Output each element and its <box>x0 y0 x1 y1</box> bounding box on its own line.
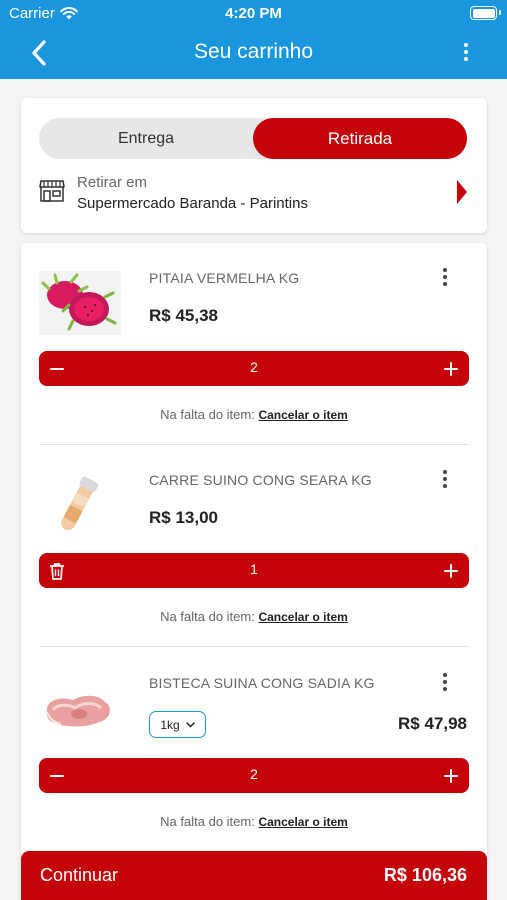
item-price: R$ 47,98 <box>398 714 467 733</box>
continue-button[interactable]: Continuar R$ 106,36 <box>21 851 487 900</box>
unit-select[interactable]: 1kg <box>149 711 206 738</box>
increase-quantity-button[interactable] <box>433 351 469 386</box>
pork-chop-product-image <box>46 695 110 727</box>
menu-dot <box>443 484 447 488</box>
missing-item-policy: Na falta do item: Cancelar o item <box>21 407 487 422</box>
tab-retirada[interactable]: Retirada <box>253 118 467 159</box>
item-options-button[interactable] <box>443 673 449 691</box>
pickup-store-name: Supermercado Baranda - Parintins <box>77 195 308 212</box>
cancel-item-link[interactable]: Cancelar o item <box>258 815 347 829</box>
item-options-button[interactable] <box>443 470 449 488</box>
battery-icon <box>470 6 501 20</box>
chevron-down-icon <box>185 721 195 728</box>
item-name: BISTECA SUINA CONG SADIA KG <box>149 675 375 691</box>
page-title: Seu carrinho <box>193 40 314 63</box>
status-time: 4:20 PM <box>225 5 282 22</box>
item-price: R$ 45,38 <box>149 306 218 325</box>
status-bar: Carrier 4:20 PM <box>0 0 507 28</box>
menu-dot <box>443 282 447 286</box>
plus-icon <box>444 361 458 376</box>
missing-item-policy: Na falta do item: Cancelar o item <box>21 609 487 624</box>
app-header: Carrier 4:20 PM Seu carrinho <box>0 0 507 79</box>
continue-label: Continuar <box>40 865 119 885</box>
cancel-item-link[interactable]: Cancelar o item <box>258 610 347 624</box>
menu-dot <box>443 470 447 474</box>
more-dot <box>464 43 468 47</box>
quantity-value: 1 <box>250 561 258 577</box>
increase-quantity-button[interactable] <box>433 758 469 793</box>
menu-dot <box>443 275 447 279</box>
menu-dot <box>443 687 447 691</box>
menu-dot <box>443 680 447 684</box>
quantity-stepper: 1 <box>39 553 469 588</box>
menu-dot <box>443 268 447 272</box>
more-dot <box>464 50 468 54</box>
pork-loin-product-image <box>61 476 99 531</box>
pickup-label: Retirar em <box>77 174 148 191</box>
unit-value: 1kg <box>160 717 180 732</box>
tab-entrega[interactable]: Entrega <box>39 118 253 159</box>
divider <box>39 444 469 445</box>
more-options-button[interactable] <box>461 40 471 64</box>
nav-bar: Seu carrinho <box>0 28 507 79</box>
increase-quantity-button[interactable] <box>433 553 469 588</box>
quantity-stepper: 2 <box>39 351 469 386</box>
pickup-location-selector[interactable]: Retirar em Supermercado Baranda - Parint… <box>39 174 469 216</box>
more-dot <box>464 57 468 61</box>
missing-item-label: Na falta do item: <box>160 609 255 624</box>
item-options-button[interactable] <box>443 268 449 286</box>
missing-item-label: Na falta do item: <box>160 814 255 829</box>
cart-items-card: PITAIA VERMELHA KG R$ 45,38 2 Na falta d… <box>21 243 487 900</box>
quantity-value: 2 <box>250 766 258 782</box>
pitaya-product-image <box>39 271 121 335</box>
chevron-right-icon <box>457 180 467 204</box>
menu-dot <box>443 673 447 677</box>
item-name: CARRE SUINO CONG SEARA KG <box>149 472 372 488</box>
missing-item-label: Na falta do item: <box>160 407 255 422</box>
cart-total: R$ 106,36 <box>383 865 467 885</box>
missing-item-policy: Na falta do item: Cancelar o item <box>21 814 487 829</box>
quantity-value: 2 <box>250 359 258 375</box>
plus-icon <box>444 768 458 783</box>
quantity-stepper: 2 <box>39 758 469 793</box>
store-icon <box>39 180 65 202</box>
item-price: R$ 13,00 <box>149 508 218 527</box>
delivery-toggle: Entrega Retirada <box>39 118 467 159</box>
menu-dot <box>443 477 447 481</box>
divider <box>39 646 469 647</box>
delivery-method-card: Entrega Retirada Retirar em Supermercado… <box>21 98 487 233</box>
cancel-item-link[interactable]: Cancelar o item <box>258 408 347 422</box>
plus-icon <box>444 563 458 578</box>
item-name: PITAIA VERMELHA KG <box>149 270 300 286</box>
